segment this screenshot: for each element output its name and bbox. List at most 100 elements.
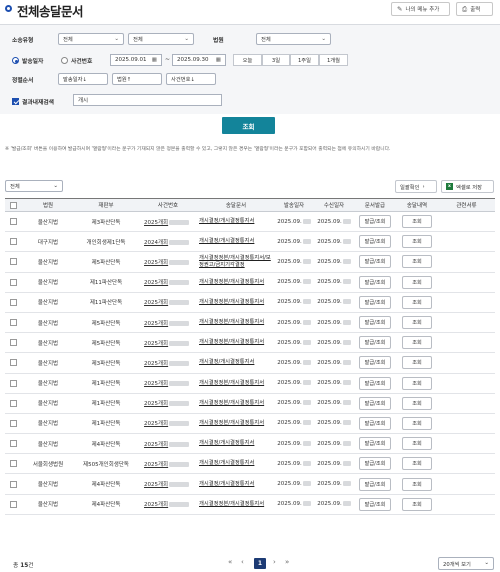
history-view-button[interactable]: 조회 [402,396,432,410]
sort-case-no-button[interactable]: 사건번호↓ [166,73,216,85]
cell-case-no[interactable]: 2025개회 [138,312,198,334]
issue-view-button[interactable]: 발급/조회 [358,316,392,330]
result-search-toggle[interactable]: 결과내재검색 [12,97,54,106]
cell-case-no[interactable]: 2025개회 [138,433,198,455]
case-no-link[interactable]: 2025개회 [144,300,168,306]
batch-check-button[interactable]: 일괄확인 › [395,180,437,193]
row-checkbox-cell[interactable] [5,272,22,293]
issue-view-button[interactable]: 발급/조회 [358,235,392,249]
row-checkbox[interactable] [10,399,17,407]
table-filter-select[interactable]: 전체 ⌄ [5,180,63,192]
history-view-button[interactable]: 조회 [402,255,432,269]
row-checkbox[interactable] [10,440,17,448]
first-page-button[interactable]: « [228,558,232,566]
row-checkbox[interactable] [10,339,17,347]
cell-document[interactable]: 개시결정/개시결정통지서 [198,473,274,495]
row-checkbox-cell[interactable] [5,251,22,273]
history-view-button[interactable]: 조회 [402,336,432,350]
cell-document[interactable]: 개시결정정본/개시결정통지서 [198,292,274,313]
case-no-link[interactable]: 2025개회 [144,442,168,448]
issue-view-button[interactable]: 발급/조회 [358,336,392,350]
cell-document[interactable]: 개시결정/개시결정통지서 [198,352,274,374]
history-view-button[interactable]: 조회 [402,437,432,451]
history-view-button[interactable]: 조회 [402,477,432,491]
issue-view-button[interactable]: 발급/조회 [358,477,392,491]
row-checkbox[interactable] [10,278,17,286]
row-checkbox-cell[interactable] [5,211,22,233]
cell-case-no[interactable]: 2025개회 [138,473,198,495]
issue-view-button[interactable]: 발급/조회 [358,497,392,511]
case-no-link[interactable]: 2025개회 [144,260,168,266]
row-checkbox-cell[interactable] [5,393,22,414]
row-checkbox[interactable] [10,319,17,327]
row-checkbox[interactable] [10,480,17,488]
cell-case-no[interactable]: 2025개회 [138,272,198,293]
next-page-button[interactable]: › [273,558,276,566]
row-checkbox[interactable] [10,298,17,306]
period-1month-button[interactable]: 1개월 [319,54,348,66]
court-select[interactable]: 전체 ⌄ [256,33,331,45]
row-checkbox-cell[interactable] [5,373,22,394]
row-checkbox-cell[interactable] [5,231,22,253]
cell-document[interactable]: 개시결정/개시결정통지서 [198,231,274,253]
row-checkbox-cell[interactable] [5,433,22,455]
select-all-checkbox[interactable] [10,201,17,209]
cell-document[interactable]: 개시결정정본/개시결정통지서 [198,494,274,515]
select-all-cell[interactable] [5,198,22,212]
row-checkbox[interactable] [10,500,17,508]
cell-document[interactable]: 개시결정정본/개시결정통지서 [198,373,274,394]
cell-document[interactable]: 개시결정/개시결정통지서 [198,433,274,455]
sort-court-button[interactable]: 법원↑ [112,73,162,85]
cell-case-no[interactable]: 2025개회 [138,393,198,414]
row-checkbox-cell[interactable] [5,494,22,515]
case-no-link[interactable]: 2025개회 [144,401,168,407]
row-checkbox[interactable] [10,419,17,427]
row-checkbox[interactable] [10,218,17,226]
history-view-button[interactable]: 조회 [402,275,432,289]
history-view-button[interactable]: 조회 [402,316,432,330]
cell-document[interactable]: 개시결정정본/개시결정통지서/보정권고/금지기각결정 [198,251,274,273]
issue-view-button[interactable]: 발급/조회 [358,215,392,229]
cell-case-no[interactable]: 2025개회 [138,332,198,354]
prev-page-button[interactable]: ‹ [241,558,244,566]
row-checkbox[interactable] [10,258,17,266]
my-menu-add-button[interactable]: ✎ 나의 메뉴 추가 [391,2,450,16]
cell-document[interactable]: 개시결정정본/개시결정통지서 [198,413,274,435]
last-page-button[interactable]: » [285,558,289,566]
row-checkbox-cell[interactable] [5,352,22,374]
case-no-link[interactable]: 2025개회 [144,341,168,347]
cell-case-no[interactable]: 2025개회 [138,453,198,475]
row-checkbox[interactable] [10,379,17,387]
row-checkbox-cell[interactable] [5,332,22,354]
case-no-link[interactable]: 2024개회 [144,240,168,246]
issue-view-button[interactable]: 발급/조회 [358,295,392,309]
row-checkbox-cell[interactable] [5,312,22,334]
row-checkbox-cell[interactable] [5,473,22,495]
issue-view-button[interactable]: 발급/조회 [358,437,392,451]
case-no-link[interactable]: 2025개회 [144,321,168,327]
history-view-button[interactable]: 조회 [402,235,432,249]
issue-view-button[interactable]: 발급/조회 [358,275,392,289]
case-no-link[interactable]: 2025개회 [144,502,168,508]
history-view-button[interactable]: 조회 [402,497,432,511]
cell-case-no[interactable]: 2025개회 [138,211,198,233]
issue-view-button[interactable]: 발급/조회 [358,457,392,471]
period-1week-button[interactable]: 1주일 [290,54,319,66]
search-button[interactable]: 조회 [222,117,275,134]
row-checkbox-cell[interactable] [5,413,22,435]
result-search-input[interactable]: 개시 [73,94,222,106]
page-current[interactable]: 1 [254,558,266,569]
cell-case-no[interactable]: 2025개회 [138,494,198,515]
date-from-input[interactable]: 2025.09.01 ▦ [110,54,162,66]
case-no-link[interactable]: 2025개회 [144,361,168,367]
page-size-select[interactable]: 20개씩 보기 ⌄ [438,557,494,570]
case-no-link[interactable]: 2025개회 [144,220,168,226]
history-view-button[interactable]: 조회 [402,356,432,370]
date-to-input[interactable]: 2025.09.30 ▦ [172,54,226,66]
cell-case-no[interactable]: 2025개회 [138,251,198,273]
history-view-button[interactable]: 조회 [402,215,432,229]
issue-view-button[interactable]: 발급/조회 [358,396,392,410]
cell-case-no[interactable]: 2025개회 [138,292,198,313]
case-no-link[interactable]: 2025개회 [144,482,168,488]
row-checkbox[interactable] [10,460,17,468]
